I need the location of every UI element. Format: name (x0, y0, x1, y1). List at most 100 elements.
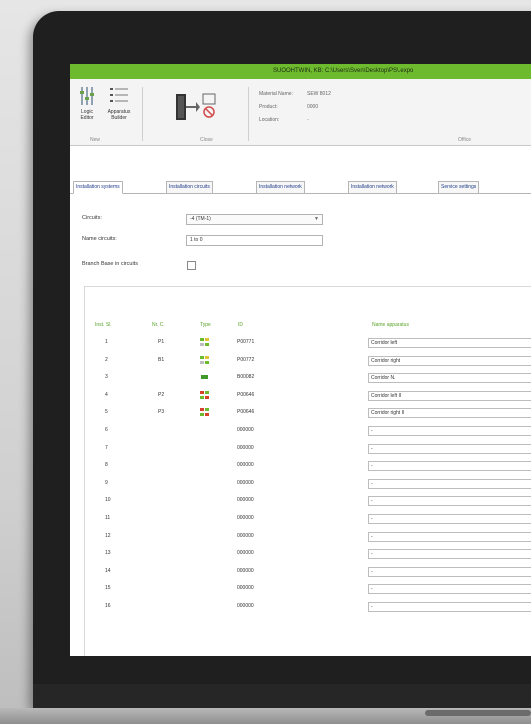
table-row[interactable]: 16 000000 - (70, 600, 531, 617)
row-number: 11 (105, 515, 111, 521)
row-id: P00771 (237, 339, 255, 345)
apparatus-name-field[interactable]: Corridor N. (368, 373, 531, 384)
row-id: B00082 (237, 374, 255, 381)
circuits-label: Circuits: (82, 215, 102, 221)
header-inst-no: Inst. Sl. (95, 322, 112, 328)
close-document-icon[interactable] (200, 92, 220, 122)
row-number: 6 (105, 427, 108, 433)
row-number: 3 (105, 374, 108, 381)
ribbon-group-office: Office (458, 137, 471, 143)
header-name-apparatus: Name apparatus (372, 322, 409, 328)
header-type: Type (200, 322, 211, 328)
apparatus-name-field[interactable]: - (368, 496, 531, 507)
row-number: 15 (105, 585, 111, 592)
tab-bar: Installation systems Installation circui… (70, 179, 531, 194)
row-id: 000000 (237, 567, 254, 574)
row-id: 000000 (237, 444, 254, 451)
row-id: 000000 (237, 427, 254, 433)
chevron-down-icon: ▼ (314, 216, 319, 222)
apparatus-name-field[interactable]: Corridor right (368, 355, 531, 366)
name-circuits-input[interactable]: 1 to 0 (186, 235, 323, 246)
window-title: SUOOHTWIN, KB: C:\Users\Sven\Desktop\PS\… (70, 64, 531, 79)
sliders-icon (80, 87, 94, 105)
info-location: Location: - (259, 117, 309, 123)
apparatus-name-field[interactable]: Corridor left II (368, 390, 531, 401)
apparatus-name-field[interactable]: - (368, 602, 531, 612)
apparatus-name-field[interactable]: - (368, 584, 531, 595)
row-number: 1 (105, 339, 108, 345)
tab-installation-systems[interactable]: Installation systems (73, 181, 123, 194)
row-number: 4 (105, 391, 108, 398)
row-id: 000000 (237, 550, 254, 557)
table-row[interactable]: 12 000000 - (70, 530, 531, 547)
table-row[interactable]: 8 000000 - (70, 459, 531, 476)
table-row[interactable]: 5 P3 P00646 Corridor right II (70, 406, 531, 423)
apparatus-name-field[interactable]: - (368, 478, 531, 489)
row-id: 000000 (237, 497, 254, 504)
table-row[interactable]: 2 B1 P00772 Corridor right (70, 354, 531, 371)
apparatus-name-field[interactable]: - (368, 531, 531, 542)
apparatus-name-field[interactable]: - (368, 514, 531, 524)
row-id: 000000 (237, 462, 254, 469)
row-number: 14 (105, 567, 111, 574)
table-row[interactable]: 11 000000 - (70, 512, 531, 529)
table-row[interactable]: 14 000000 - (70, 565, 531, 582)
apparatus-builder-button[interactable]: Apparatus Builder (102, 85, 136, 121)
table-row[interactable]: 9 000000 - (70, 477, 531, 494)
tab-installation-circuits[interactable]: Installation circuits (166, 181, 213, 194)
table-row[interactable]: 3 B00082 Corridor N. (70, 371, 531, 388)
light-bars-icon (200, 338, 209, 346)
tab-installation-network-2[interactable]: Installation network (348, 181, 397, 194)
exit-door-icon[interactable] (174, 92, 200, 122)
apparatus-builder-label: Apparatus Builder (107, 109, 131, 121)
row-number: 13 (105, 550, 111, 557)
row-number: 7 (105, 444, 108, 451)
list-builder-icon (110, 88, 128, 102)
grid-module-icon (200, 408, 209, 417)
circuits-select[interactable]: -4 (TM-1) ▼ (186, 214, 323, 225)
logic-editor-label: Logic Editor (80, 109, 94, 121)
ribbon-group-close: Close (200, 137, 213, 143)
table-row[interactable]: 10 000000 - (70, 494, 531, 511)
row-circuit-nr: P1 (158, 339, 165, 345)
row-id: 000000 (237, 603, 254, 609)
apparatus-name-field[interactable]: - (368, 426, 531, 436)
grid-module-icon (200, 390, 209, 399)
row-id: 000000 (237, 479, 254, 486)
apparatus-name-field[interactable]: - (368, 549, 531, 560)
tab-installation-network[interactable]: Installation network (256, 181, 305, 194)
table-row[interactable]: 4 P2 P00646 Corridor left II (70, 389, 531, 406)
apparatus-name-field[interactable]: - (368, 443, 531, 454)
light-bars-icon (200, 355, 209, 364)
apparatus-name-field[interactable]: Corridor left (368, 338, 531, 348)
app-window: SUOOHTWIN, KB: C:\Users\Sven\Desktop\PS\… (70, 64, 531, 656)
row-id: P00772 (237, 356, 255, 363)
table-row[interactable]: 7 000000 - (70, 442, 531, 459)
row-number: 8 (105, 462, 108, 469)
branch-base-checkbox[interactable] (187, 261, 196, 270)
table-row[interactable]: 1 P1 P00771 Corridor left (70, 336, 531, 353)
header-id: ID (238, 322, 243, 328)
green-module-icon (201, 375, 208, 380)
row-circuit-nr: P2 (158, 391, 165, 398)
row-id: P00646 (237, 409, 255, 416)
table-row[interactable]: 6 000000 - (70, 424, 531, 441)
row-circuit-nr: B1 (158, 356, 165, 363)
apparatus-name-field[interactable]: - (368, 461, 531, 472)
ribbon-toolbar: Logic Editor Apparatus Builder New Close… (70, 79, 531, 146)
ribbon-group-new: New (90, 137, 101, 143)
branch-base-label: Branch Base in circuits (82, 261, 138, 267)
table-row[interactable]: 15 000000 - (70, 582, 531, 599)
name-circuits-label: Name circuits: (82, 236, 117, 242)
row-circuit-nr: P3 (158, 409, 165, 416)
row-number: 16 (105, 603, 111, 609)
ribbon-separator (248, 87, 249, 141)
tab-service-settings[interactable]: Service settings (438, 181, 480, 194)
logic-editor-button[interactable]: Logic Editor (74, 85, 100, 121)
apparatus-name-field[interactable]: - (368, 566, 531, 577)
ribbon-separator (142, 87, 143, 141)
apparatus-name-field[interactable]: Corridor right II (368, 408, 531, 419)
row-number: 2 (105, 356, 108, 363)
row-id: P00646 (237, 391, 255, 398)
table-row[interactable]: 13 000000 - (70, 547, 531, 564)
